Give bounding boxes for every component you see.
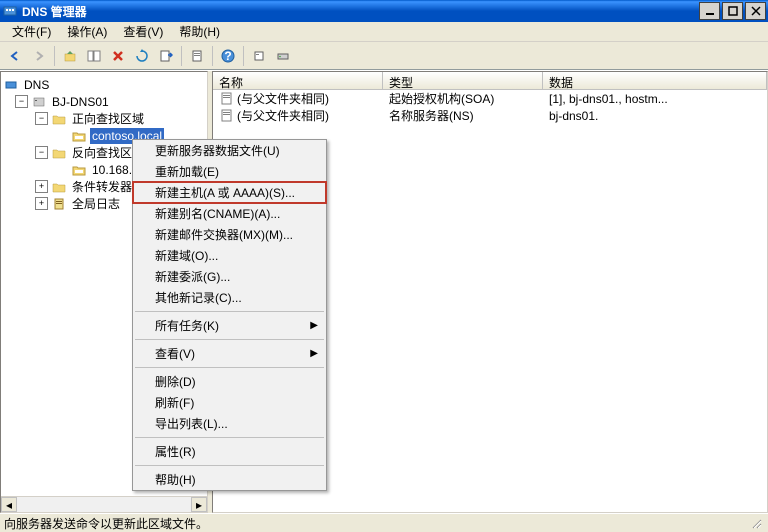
server-icon — [31, 94, 47, 110]
scroll-track[interactable] — [17, 497, 191, 512]
refresh-button[interactable] — [131, 45, 153, 67]
help-button[interactable]: ? — [217, 45, 239, 67]
export-button[interactable] — [155, 45, 177, 67]
cell-data: [1], bj-dns01., hostm... — [543, 92, 767, 106]
scroll-left-button[interactable]: ◂ — [1, 497, 17, 512]
collapse-icon[interactable]: − — [35, 146, 48, 159]
menubar: 文件(F) 操作(A) 查看(V) 帮助(H) — [0, 22, 768, 42]
show-hide-button[interactable] — [83, 45, 105, 67]
expand-icon[interactable]: + — [35, 197, 48, 210]
properties-button[interactable] — [186, 45, 208, 67]
svg-text:?: ? — [224, 49, 231, 63]
toolbar-separator — [212, 46, 213, 66]
ctx-separator — [135, 311, 324, 312]
zone-icon — [71, 128, 87, 144]
list-rows: (与父文件夹相同) 起始授权机构(SOA) [1], bj-dns01., ho… — [213, 90, 767, 124]
app-icon — [2, 3, 18, 19]
window-title: DNS 管理器 — [22, 3, 699, 20]
ctx-new-mx[interactable]: 新建邮件交换器(MX)(M)... — [133, 224, 326, 245]
cell-name: (与父文件夹相同) — [213, 90, 383, 107]
back-button[interactable] — [4, 45, 26, 67]
ctx-new-host[interactable]: 新建主机(A 或 AAAA)(S)... — [133, 182, 326, 203]
folder-icon — [51, 145, 67, 161]
submenu-arrow-icon: ▶ — [310, 320, 318, 331]
status-text: 向服务器发送命令以更新此区域文件。 — [4, 515, 748, 532]
collapse-icon[interactable]: − — [15, 95, 28, 108]
ctx-new-cname[interactable]: 新建别名(CNAME)(A)... — [133, 203, 326, 224]
main-area: DNS − BJ-DNS01 − 正向查找区域 contoso.local − … — [0, 70, 768, 513]
tree-label: 全局日志 — [70, 194, 122, 213]
forward-button[interactable] — [28, 45, 50, 67]
ctx-separator — [135, 465, 324, 466]
list-row[interactable]: (与父文件夹相同) 起始授权机构(SOA) [1], bj-dns01., ho… — [213, 90, 767, 107]
close-button[interactable] — [745, 2, 766, 20]
toolbar-separator — [54, 46, 55, 66]
scroll-right-button[interactable]: ▸ — [191, 497, 207, 512]
ctx-separator — [135, 339, 324, 340]
window-controls — [699, 2, 766, 20]
menu-view[interactable]: 查看(V) — [115, 21, 171, 42]
expand-icon[interactable]: + — [35, 180, 48, 193]
ctx-separator — [135, 367, 324, 368]
dns-icon — [3, 77, 19, 93]
list-row[interactable]: (与父文件夹相同) 名称服务器(NS) bj-dns01. — [213, 107, 767, 124]
menu-action[interactable]: 操作(A) — [59, 21, 115, 42]
ctx-separator — [135, 437, 324, 438]
menu-file[interactable]: 文件(F) — [4, 21, 59, 42]
maximize-button[interactable] — [722, 2, 743, 20]
scrollbar-horizontal[interactable]: ◂ ▸ — [1, 496, 207, 512]
ctx-new-delegation[interactable]: 新建委派(G)... — [133, 266, 326, 287]
column-type[interactable]: 类型 — [383, 72, 543, 89]
column-name[interactable]: 名称 — [213, 72, 383, 89]
ctx-export[interactable]: 导出列表(L)... — [133, 413, 326, 434]
ctx-refresh[interactable]: 刷新(F) — [133, 392, 326, 413]
up-button[interactable] — [59, 45, 81, 67]
folder-icon — [51, 179, 67, 195]
record-icon — [219, 92, 233, 106]
log-icon — [51, 196, 67, 212]
ctx-view[interactable]: 查看(V)▶ — [133, 343, 326, 364]
toolbar-separator — [243, 46, 244, 66]
tree-root-dns[interactable]: DNS — [3, 76, 205, 93]
tree-label: DNS — [22, 77, 51, 93]
filter-button[interactable] — [248, 45, 270, 67]
toolbar-separator — [181, 46, 182, 66]
minimize-button[interactable] — [699, 2, 720, 20]
delete-button[interactable] — [107, 45, 129, 67]
ctx-properties[interactable]: 属性(R) — [133, 441, 326, 462]
cell-type: 名称服务器(NS) — [383, 107, 543, 124]
submenu-arrow-icon: ▶ — [310, 348, 318, 359]
tree-label: BJ-DNS01 — [50, 94, 111, 110]
titlebar: DNS 管理器 — [0, 0, 768, 22]
tree-label: 正向查找区域 — [70, 109, 146, 128]
resize-grip[interactable] — [748, 515, 764, 531]
tree-forward-zone[interactable]: − 正向查找区域 — [3, 110, 205, 127]
statusbar: 向服务器发送命令以更新此区域文件。 — [0, 513, 768, 532]
ctx-other-records[interactable]: 其他新记录(C)... — [133, 287, 326, 308]
ctx-all-tasks[interactable]: 所有任务(K)▶ — [133, 315, 326, 336]
collapse-icon[interactable]: − — [35, 112, 48, 125]
ctx-new-domain[interactable]: 新建域(O)... — [133, 245, 326, 266]
dns-button[interactable] — [272, 45, 294, 67]
tree-server[interactable]: − BJ-DNS01 — [3, 93, 205, 110]
zone-icon — [71, 162, 87, 178]
toolbar: ? — [0, 42, 768, 70]
column-data[interactable]: 数据 — [543, 72, 767, 89]
ctx-help[interactable]: 帮助(H) — [133, 469, 326, 490]
ctx-reload[interactable]: 重新加载(E) — [133, 161, 326, 182]
cell-type: 起始授权机构(SOA) — [383, 90, 543, 107]
list-header: 名称 类型 数据 — [213, 72, 767, 90]
cell-name: (与父文件夹相同) — [213, 107, 383, 124]
folder-icon — [51, 111, 67, 127]
context-menu: 更新服务器数据文件(U) 重新加载(E) 新建主机(A 或 AAAA)(S)..… — [132, 139, 327, 491]
ctx-delete[interactable]: 删除(D) — [133, 371, 326, 392]
cell-data: bj-dns01. — [543, 109, 767, 123]
menu-help[interactable]: 帮助(H) — [171, 21, 228, 42]
record-icon — [219, 109, 233, 123]
ctx-update-file[interactable]: 更新服务器数据文件(U) — [133, 140, 326, 161]
